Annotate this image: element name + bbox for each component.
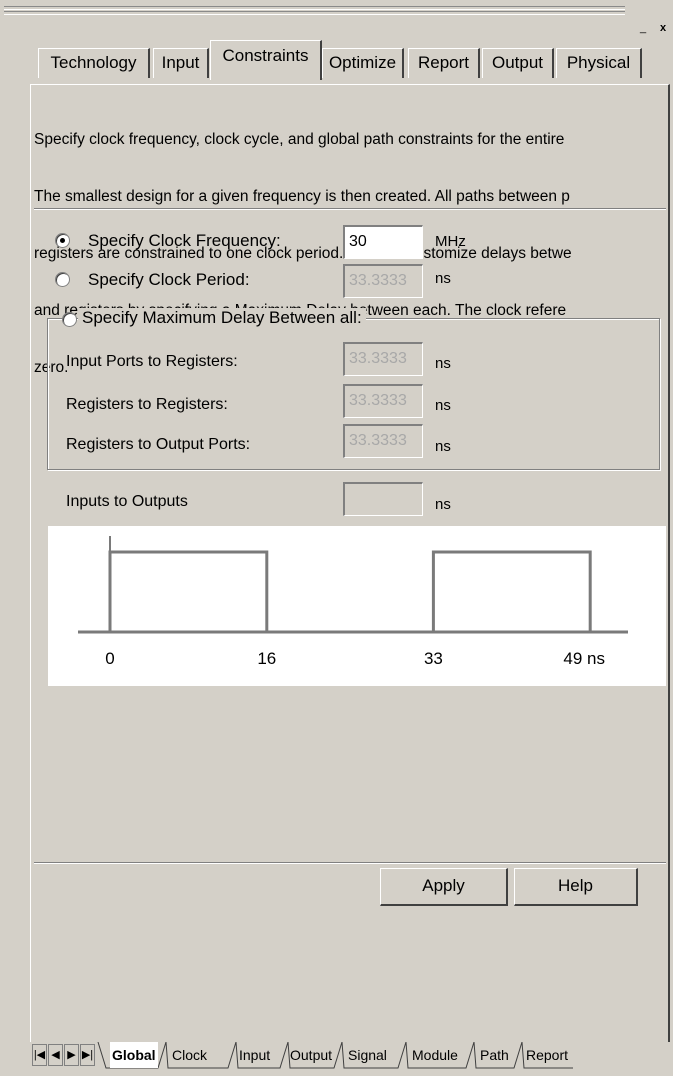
window-titlebar: _ x [0, 0, 673, 34]
divider [34, 862, 666, 864]
bottom-tab-clock[interactable]: Clock [172, 1042, 207, 1068]
titlebar-grip-2[interactable] [4, 11, 625, 15]
top-tab-strip: Technology Input Constraints Optimize Re… [0, 34, 673, 80]
waveform-tick-label: 49 ns [563, 649, 605, 668]
waveform-tick-label: 33 [424, 649, 443, 668]
inputs-to-outputs-input[interactable] [343, 482, 423, 516]
tab-physical[interactable]: Physical [556, 48, 642, 78]
bottom-tab-output[interactable]: Output [290, 1042, 332, 1068]
max-delay-radio[interactable] [62, 312, 77, 327]
waveform-pulse-2 [431, 550, 592, 632]
mhz-unit: MHz [435, 233, 466, 250]
bottom-tab-strip: |◀ ◀ ▶ ▶| Global Clock Input Output Sign… [32, 1042, 673, 1070]
help-button[interactable]: Help [514, 868, 638, 906]
max-delay-label: Specify Maximum Delay Between all: [78, 308, 366, 328]
bottom-tab-path[interactable]: Path [480, 1042, 509, 1068]
bottom-tab-signal[interactable]: Signal [348, 1042, 387, 1068]
registers-to-output-label: Registers to Output Ports: [66, 436, 251, 453]
clock-frequency-label: Specify Clock Frequency: [88, 231, 281, 250]
clock-frequency-radio[interactable] [55, 233, 70, 248]
titlebar-grip[interactable] [4, 6, 625, 10]
bottom-tab-module[interactable]: Module [412, 1042, 458, 1068]
clock-period-radio[interactable] [55, 272, 70, 287]
clock-frequency-input[interactable]: 30 [343, 225, 423, 259]
registers-to-output-input[interactable]: 33.3333 [343, 424, 423, 458]
inputs-to-outputs-label: Inputs to Outputs [66, 493, 188, 510]
registers-to-registers-label: Registers to Registers: [66, 396, 228, 413]
tab-constraints[interactable]: Constraints [210, 40, 322, 80]
input-to-registers-label: Input Ports to Registers: [66, 353, 238, 370]
ns-unit: ns [435, 496, 451, 513]
clock-period-label: Specify Clock Period: [88, 270, 250, 289]
bottom-tab-report[interactable]: Report [526, 1042, 568, 1068]
tab-report[interactable]: Report [408, 48, 480, 78]
clock-waveform: 0 16 33 49 ns [78, 536, 628, 668]
input-to-registers-input[interactable]: 33.3333 [343, 342, 423, 376]
close-icon[interactable]: x [656, 22, 670, 34]
waveform-pulse-1 [108, 550, 269, 632]
registers-to-registers-input[interactable]: 33.3333 [343, 384, 423, 418]
waveform-tick-label: 16 [257, 649, 276, 668]
tab-output[interactable]: Output [482, 48, 554, 78]
tab-input[interactable]: Input [153, 48, 209, 78]
clock-period-input[interactable]: 33.3333 [343, 264, 423, 298]
tab-optimize[interactable]: Optimize [322, 48, 404, 78]
ns-unit: ns [435, 355, 451, 372]
minimize-icon[interactable]: _ [636, 22, 650, 34]
ns-unit: ns [435, 397, 451, 414]
tab-technology[interactable]: Technology [38, 48, 150, 78]
description-line: Specify clock frequency, clock cycle, an… [34, 131, 565, 148]
clock-waveform-area: 0 16 33 49 ns [48, 526, 666, 686]
ns-unit: ns [435, 438, 451, 455]
description-line: The smallest design for a given frequenc… [34, 188, 570, 205]
bottom-tab-global[interactable]: Global [110, 1042, 158, 1068]
divider [34, 208, 666, 210]
waveform-tick-label: 0 [105, 649, 114, 668]
ns-unit: ns [435, 270, 451, 287]
apply-button[interactable]: Apply [380, 868, 508, 906]
bottom-tab-input[interactable]: Input [239, 1042, 270, 1068]
